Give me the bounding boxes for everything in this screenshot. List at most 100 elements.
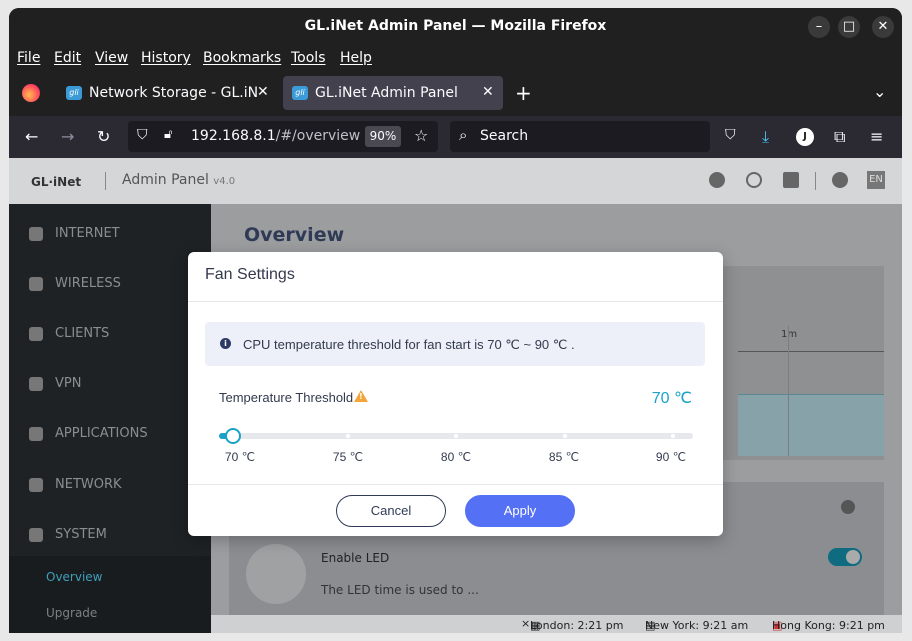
window-title: GL.iNet Admin Panel — Mozilla Firefox	[304, 18, 607, 34]
sidebar-item-label: NETWORK	[55, 477, 122, 492]
gli-favicon-icon: gli	[292, 86, 308, 100]
sidebar-item-label: INTERNET	[55, 226, 120, 241]
menu-history[interactable]: History	[141, 50, 191, 66]
extensions-puzzle-icon[interactable]: ⧉	[834, 127, 845, 147]
gear-icon	[29, 527, 43, 542]
menu-help[interactable]: Help	[340, 50, 372, 66]
downloads-icon[interactable]: ⤓	[762, 127, 769, 147]
menu-view[interactable]: View	[95, 50, 128, 66]
tab-label: GL.iNet Admin Panel	[315, 85, 458, 101]
minimize-button[interactable]: –	[808, 16, 830, 38]
sidebar-item-label: APPLICATIONS	[55, 426, 148, 441]
admin-title-text: Admin Panel	[122, 172, 209, 188]
theme-palette-icon[interactable]	[832, 172, 848, 188]
logout-icon[interactable]	[783, 172, 799, 188]
url-path: /#/overview	[275, 128, 361, 144]
close-window-button[interactable]: ✕	[872, 16, 894, 38]
slider-thumb[interactable]	[225, 428, 241, 444]
zoom-badge[interactable]: 90%	[365, 126, 401, 147]
apply-button[interactable]: Apply	[465, 495, 575, 527]
close-tab-icon[interactable]: ✕	[482, 84, 494, 100]
sidebar-item-wireless[interactable]: WIRELESS	[29, 276, 121, 291]
menu-edit[interactable]: Edit	[54, 50, 81, 66]
menu-bar: File Edit View History Bookmarks Tools H…	[9, 46, 902, 72]
led-description: The LED time is used to ...	[321, 583, 479, 597]
maximize-button[interactable]: □	[838, 16, 860, 38]
header-divider	[105, 172, 106, 190]
search-placeholder: Search	[480, 128, 529, 144]
app-header: GL·iNet Admin Panel v4.0 EN	[9, 158, 902, 204]
temperature-slider[interactable]	[219, 428, 693, 444]
menu-file[interactable]: File	[17, 50, 40, 66]
menu-tools[interactable]: Tools	[291, 50, 326, 66]
threshold-value: 70 ℃	[651, 390, 692, 407]
tick-85: 85 ℃	[548, 450, 580, 464]
back-arrow-icon[interactable]: ←	[25, 127, 38, 146]
london-time: London: 2:21 pm	[530, 619, 624, 632]
info-icon: i	[220, 338, 231, 349]
navigation-bar: ← → ↻ ⛉ 🔓︎ 192.168.8.1/#/overview 90% ☆ …	[9, 116, 902, 158]
info-text: CPU temperature threshold for fan start …	[243, 337, 575, 352]
firefox-logo-icon[interactable]	[22, 84, 40, 102]
info-banner: i CPU temperature threshold for fan star…	[205, 322, 705, 366]
tick-75: 75 ℃	[332, 450, 364, 464]
new-tab-icon[interactable]: +	[515, 81, 532, 105]
tab-admin-panel[interactable]: gli GL.iNet Admin Panel ✕	[283, 76, 503, 110]
dialog-footer: Cancel Apply	[188, 484, 723, 536]
sidebar-item-internet[interactable]: INTERNET	[29, 226, 120, 241]
apps-icon	[29, 426, 43, 441]
warning-icon: !	[354, 390, 368, 402]
sidebar-item-applications[interactable]: APPLICATIONS	[29, 426, 148, 441]
url-text[interactable]: 192.168.8.1/#/overview	[191, 128, 360, 144]
close-tab-icon[interactable]: ✕	[257, 84, 269, 100]
language-button[interactable]: EN	[867, 171, 885, 189]
subitem-upgrade[interactable]: Upgrade	[46, 606, 97, 620]
sidebar-item-vpn[interactable]: VPN	[29, 376, 81, 391]
sidebar: INTERNET WIRELESS CLIENTS VPN APPLICATIO…	[9, 204, 211, 633]
shield-icon	[29, 376, 43, 391]
sidebar-item-network[interactable]: NETWORK	[29, 477, 122, 492]
url-host: 192.168.8.1	[191, 128, 276, 144]
insecure-lock-icon[interactable]: 🔓︎	[164, 127, 172, 142]
settings-gear-icon[interactable]	[841, 500, 855, 514]
sidebar-item-label: CLIENTS	[55, 326, 110, 341]
tick-80: 80 ℃	[440, 450, 472, 464]
power-icon[interactable]	[746, 172, 762, 188]
slider-step-dot	[454, 434, 458, 438]
tab-network-storage[interactable]: gli Network Storage - GL.iNe ✕	[57, 76, 279, 110]
hamburger-menu-icon[interactable]: ≡	[870, 127, 883, 146]
sidebar-item-label: WIRELESS	[55, 276, 121, 291]
sidebar-item-label: VPN	[55, 376, 82, 391]
sidebar-item-clients[interactable]: CLIENTS	[29, 326, 109, 341]
reload-icon[interactable]: ↻	[97, 127, 110, 146]
version-label: v4.0	[213, 176, 236, 187]
bookmark-star-icon[interactable]: ☆	[414, 126, 428, 145]
shield-icon[interactable]: ⛉	[137, 127, 148, 143]
chart-gridline	[788, 326, 789, 456]
gli-favicon-icon: gli	[66, 86, 82, 100]
globe-icon	[29, 226, 43, 241]
devices-icon	[29, 326, 43, 341]
url-bar[interactable]: ⛉ 🔓︎ 192.168.8.1/#/overview 90% ☆	[128, 121, 438, 152]
sidebar-item-label: SYSTEM	[55, 527, 107, 542]
list-tabs-chevron-icon[interactable]: ⌄	[873, 82, 886, 101]
search-box[interactable]: ⌕ Search	[450, 121, 710, 152]
newyork-time: New York: 9:21 am	[645, 619, 749, 632]
forward-arrow-icon[interactable]: →	[61, 127, 74, 146]
led-toggle[interactable]	[828, 548, 862, 566]
admin-panel-title: Admin Panel v4.0	[122, 172, 235, 188]
cancel-button[interactable]: Cancel	[336, 495, 446, 527]
tab-label: Network Storage - GL.iNe	[89, 85, 259, 101]
help-icon[interactable]	[709, 172, 725, 188]
slider-step-dot	[671, 434, 675, 438]
account-avatar[interactable]: J	[796, 128, 814, 146]
subitem-overview[interactable]: Overview	[46, 570, 103, 584]
pocket-icon[interactable]: ⛉	[725, 127, 736, 143]
wifi-icon	[29, 276, 43, 291]
close-x-icon[interactable]: ×	[521, 617, 530, 630]
search-icon: ⌕	[459, 126, 468, 144]
system-submenu	[9, 556, 211, 633]
sidebar-item-system[interactable]: SYSTEM	[29, 527, 107, 542]
network-icon	[29, 477, 43, 492]
menu-bookmarks[interactable]: Bookmarks	[203, 50, 281, 66]
